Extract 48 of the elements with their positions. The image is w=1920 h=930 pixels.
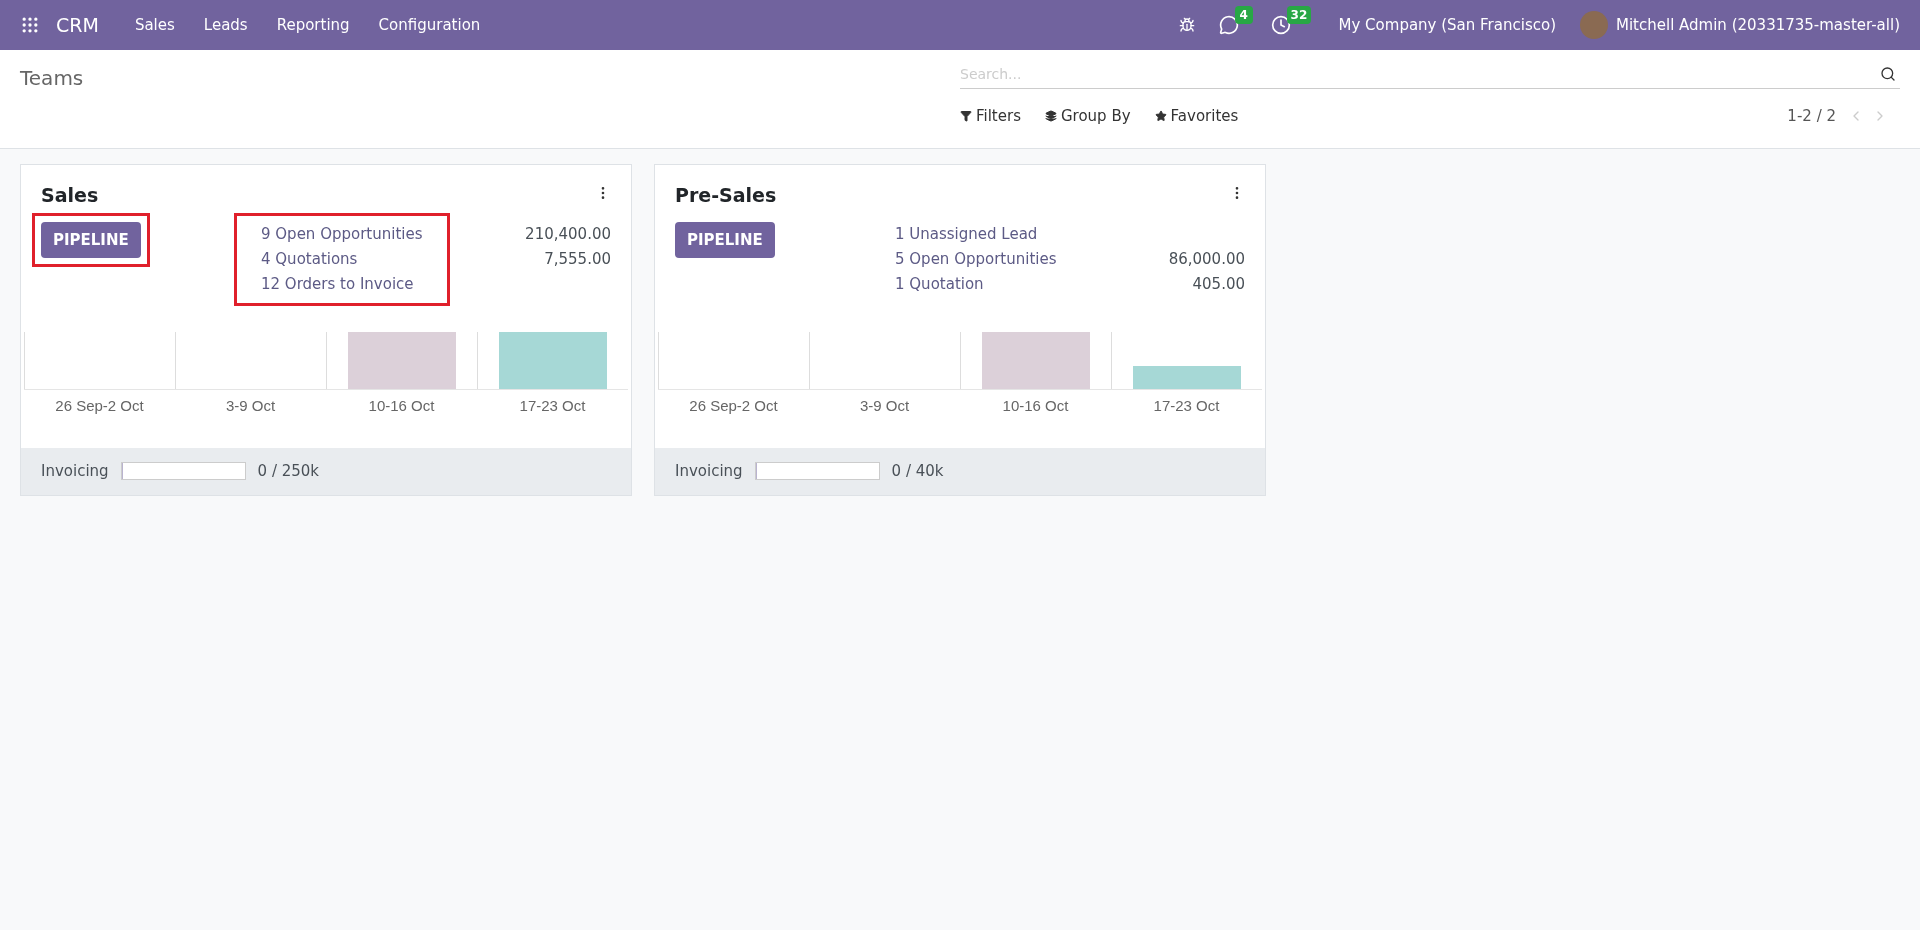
stat-amount: 86,000.00 <box>1168 248 1245 270</box>
week-label: 26 Sep-2 Oct <box>55 395 144 416</box>
stat-link[interactable]: 9 Open Opportunities <box>261 221 423 247</box>
menu-item[interactable]: Configuration <box>366 13 493 37</box>
search-icon[interactable] <box>1880 66 1896 82</box>
team-name: Sales <box>41 183 99 208</box>
apps-menu-icon[interactable] <box>20 15 40 35</box>
filter-icon <box>960 110 972 123</box>
invoicing-reading: 0 / 40k <box>891 460 944 482</box>
week-label: 3-9 Oct <box>859 395 910 416</box>
star-icon <box>1154 110 1167 123</box>
menu-item[interactable]: Leads <box>191 13 260 37</box>
debug-icon[interactable] <box>1178 17 1195 33</box>
week-label: 10-16 Oct <box>1002 395 1069 416</box>
week-label: 17-23 Oct <box>519 395 586 416</box>
stat-link[interactable]: 4 Quotations <box>261 246 423 272</box>
stat-amount: 210,400.00 <box>525 223 611 245</box>
invoicing-reading: 0 / 250k <box>257 460 320 482</box>
stat-link[interactable]: 1 Unassigned Lead <box>895 221 1057 247</box>
week-label: 3-9 Oct <box>225 395 276 416</box>
message-count-badge: 4 <box>1234 6 1253 24</box>
team-name: Pre-Sales <box>675 183 777 208</box>
user-menu[interactable]: Mitchell Admin (20331735-master-all) <box>1616 13 1900 37</box>
pager-value: 1-2 / 2 <box>1787 106 1836 127</box>
search-option-button[interactable]: Favorites <box>1154 105 1239 128</box>
messages-icon[interactable] <box>1218 15 1239 35</box>
stat-link[interactable]: 5 Open Opportunities <box>895 246 1057 272</box>
activity-count-badge: 32 <box>1286 6 1312 24</box>
week-label: 17-23 Oct <box>1153 395 1220 416</box>
stat-link[interactable]: 1 Quotation <box>895 271 1057 297</box>
week-label: 10-16 Oct <box>368 395 435 416</box>
menu-item[interactable]: Reporting <box>264 13 362 37</box>
search-option-button[interactable]: Filters <box>960 105 1021 128</box>
pipeline-button[interactable]: PIPELINE <box>41 221 141 258</box>
stat-amount: 405.00 <box>1192 273 1245 295</box>
menu-item[interactable]: Sales <box>122 13 187 37</box>
page-title: Teams <box>20 66 84 90</box>
app-name[interactable]: CRM <box>56 10 99 40</box>
layers-icon <box>1044 110 1057 123</box>
search-option-button[interactable]: Group By <box>1044 105 1131 128</box>
stat-link[interactable]: 12 Orders to Invoice <box>261 271 423 297</box>
company-switcher[interactable]: My Company (San Francisco) <box>1338 13 1556 37</box>
week-label: 26 Sep-2 Oct <box>689 395 778 416</box>
stat-amount: 7,555.00 <box>544 248 611 270</box>
activities-icon[interactable] <box>1270 15 1291 35</box>
invoicing-label: Invoicing <box>675 460 743 482</box>
pipeline-button[interactable]: PIPELINE <box>675 221 775 258</box>
invoicing-label: Invoicing <box>41 460 109 482</box>
